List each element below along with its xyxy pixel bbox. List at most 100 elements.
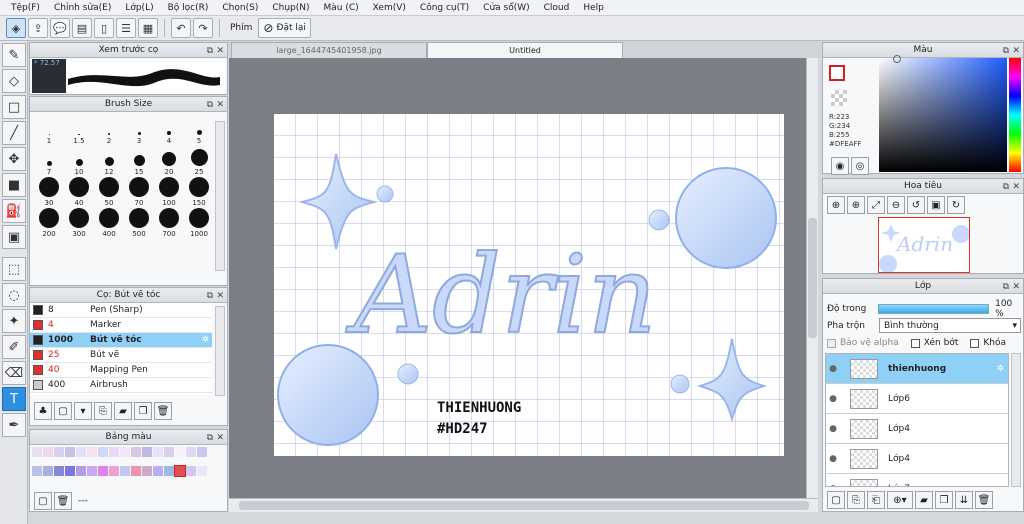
magic-wand-tool-icon[interactable]: ✦: [2, 309, 26, 333]
navigator-thumbnail[interactable]: Adrin: [878, 217, 970, 273]
palette-swatch[interactable]: [76, 447, 86, 457]
palette-swatch[interactable]: [197, 447, 207, 457]
foreground-color-swatch[interactable]: [829, 65, 845, 81]
palette-swatch[interactable]: [197, 465, 207, 476]
clip-checkbox[interactable]: [910, 338, 920, 348]
chat-button[interactable]: ▤: [72, 18, 92, 38]
close-icon[interactable]: ✕: [216, 98, 224, 112]
lock-checkbox[interactable]: [970, 338, 980, 348]
brush-size-option[interactable]: 100: [154, 176, 184, 207]
brush-list-item[interactable]: 400 Airbrush: [30, 378, 212, 393]
brush-size-option[interactable]: 20: [154, 145, 184, 176]
duplicate-layer-icon[interactable]: ❐: [935, 491, 953, 509]
brush-size-option[interactable]: 15: [124, 145, 154, 176]
hue-slider[interactable]: [1009, 58, 1021, 172]
menu-item[interactable]: Chụp(N): [265, 3, 316, 13]
brush-size-option[interactable]: 7: [34, 145, 64, 176]
menu-item[interactable]: Lớp(L): [118, 3, 160, 13]
brush-list-item[interactable]: 1000 Bút vẽ tóc ✲: [30, 333, 212, 348]
palette-swatch[interactable]: [87, 465, 97, 476]
brush-size-option[interactable]: 150: [184, 176, 214, 207]
folder-icon[interactable]: ▰: [915, 491, 933, 509]
palette-swatch[interactable]: [142, 465, 152, 476]
brush-size-option[interactable]: 10: [64, 145, 94, 176]
select-rect-tool-icon[interactable]: ⬚: [2, 257, 26, 281]
bucket-tool-icon[interactable]: ⛽: [2, 199, 26, 223]
menu-item[interactable]: Màu (C): [317, 3, 366, 13]
eye-icon[interactable]: ●: [826, 484, 840, 487]
undock-icon[interactable]: ⧉: [1003, 44, 1009, 58]
palette-swatch[interactable]: [32, 465, 42, 476]
menu-item[interactable]: Cửa sổ(W): [476, 3, 536, 13]
brush-size-option[interactable]: 30: [34, 176, 64, 207]
brush-size-scrollbar[interactable]: [215, 121, 225, 271]
canvas-vertical-scrollbar[interactable]: [806, 58, 818, 498]
opacity-slider[interactable]: [877, 304, 990, 314]
palette-swatch[interactable]: [153, 447, 163, 457]
layer-item[interactable]: ● Lớp4: [826, 414, 1008, 444]
comment-button[interactable]: 💬: [50, 18, 70, 38]
canvas-horizontal-scrollbar[interactable]: [229, 498, 818, 512]
brush-size-option[interactable]: 5: [184, 114, 214, 145]
rotate-left-icon[interactable]: ↺: [907, 196, 925, 214]
menu-item[interactable]: Tệp(F): [4, 3, 47, 13]
brush-size-option[interactable]: 50: [94, 176, 124, 207]
brush-list-item[interactable]: 4 Marker: [30, 318, 212, 333]
palette-swatch[interactable]: [109, 465, 119, 476]
brush-size-option[interactable]: 12: [94, 145, 124, 176]
palette-swatch[interactable]: [174, 464, 186, 477]
merge-layer-icon[interactable]: ⇊: [955, 491, 973, 509]
menu-item[interactable]: Help: [576, 3, 611, 13]
delete-swatch-icon[interactable]: 🗑: [54, 492, 72, 510]
palette-swatch[interactable]: [32, 447, 42, 457]
close-icon[interactable]: ✕: [1012, 44, 1020, 58]
eyedropper-tool-icon[interactable]: ✒: [2, 413, 26, 437]
palette-swatch[interactable]: [98, 447, 108, 457]
new-swatch-icon[interactable]: ▢: [34, 492, 52, 510]
text-tool-icon[interactable]: T: [2, 387, 26, 411]
close-icon[interactable]: ✕: [1012, 180, 1020, 194]
palette-swatch[interactable]: [87, 447, 97, 457]
menu-item[interactable]: Công cụ(T): [413, 3, 476, 13]
saturation-value-field[interactable]: [879, 58, 1007, 172]
select-eraser-tool-icon[interactable]: ⌫: [2, 361, 26, 385]
palette-swatch[interactable]: [186, 447, 196, 457]
actual-size-icon[interactable]: ▣: [927, 196, 945, 214]
brush-list-item[interactable]: 40 Mapping Pen: [30, 363, 212, 378]
export-button[interactable]: ⇪: [28, 18, 48, 38]
lasso-tool-icon[interactable]: ◌: [2, 283, 26, 307]
menu-item[interactable]: Chọn(S): [215, 3, 265, 13]
redo-button[interactable]: ↷: [193, 18, 213, 38]
layer-item[interactable]: ● Lớp7: [826, 474, 1008, 487]
brush-size-option[interactable]: 700: [154, 207, 184, 238]
brush-list-item[interactable]: 25 Bút vẽ: [30, 348, 212, 363]
menu-item[interactable]: Xem(V): [366, 3, 413, 13]
add-layer-menu-icon[interactable]: ⊕▾: [887, 491, 913, 509]
palette-swatch[interactable]: [43, 447, 53, 457]
layer-list-scrollbar[interactable]: [1011, 353, 1021, 487]
close-icon[interactable]: ✕: [216, 44, 224, 58]
eraser-tool-icon[interactable]: ◇: [2, 69, 26, 93]
palette-swatch[interactable]: [175, 447, 185, 457]
undock-icon[interactable]: ⧉: [207, 98, 213, 112]
gear-icon[interactable]: ✲: [996, 364, 1004, 374]
palette-swatch[interactable]: [65, 465, 75, 476]
menu-item[interactable]: Chỉnh sửa(E): [47, 3, 118, 13]
palette-swatch[interactable]: [76, 465, 86, 476]
move-tool-icon[interactable]: ✥: [2, 147, 26, 171]
zoom-in-icon[interactable]: ⊕: [827, 196, 845, 214]
blend-mode-select[interactable]: Bình thường ▾: [879, 318, 1021, 333]
undock-icon[interactable]: ⧉: [1003, 180, 1009, 194]
palette-swatch[interactable]: [54, 447, 64, 457]
brush-size-option[interactable]: 1.5: [64, 114, 94, 145]
fit-icon[interactable]: ⤢: [867, 196, 885, 214]
brush-size-option[interactable]: 3: [124, 114, 154, 145]
palette-swatch[interactable]: [131, 465, 141, 476]
zoom-out-icon[interactable]: ⊖: [887, 196, 905, 214]
eraser-toggle-button[interactable]: ◈: [6, 18, 26, 38]
color-wheel-icon[interactable]: ◉: [831, 157, 849, 175]
menu-item[interactable]: Bộ lọc(R): [161, 3, 216, 13]
undock-icon[interactable]: ⧉: [207, 44, 213, 58]
brush-size-option[interactable]: 300: [64, 207, 94, 238]
tab-untitled[interactable]: Untitled: [427, 42, 623, 58]
